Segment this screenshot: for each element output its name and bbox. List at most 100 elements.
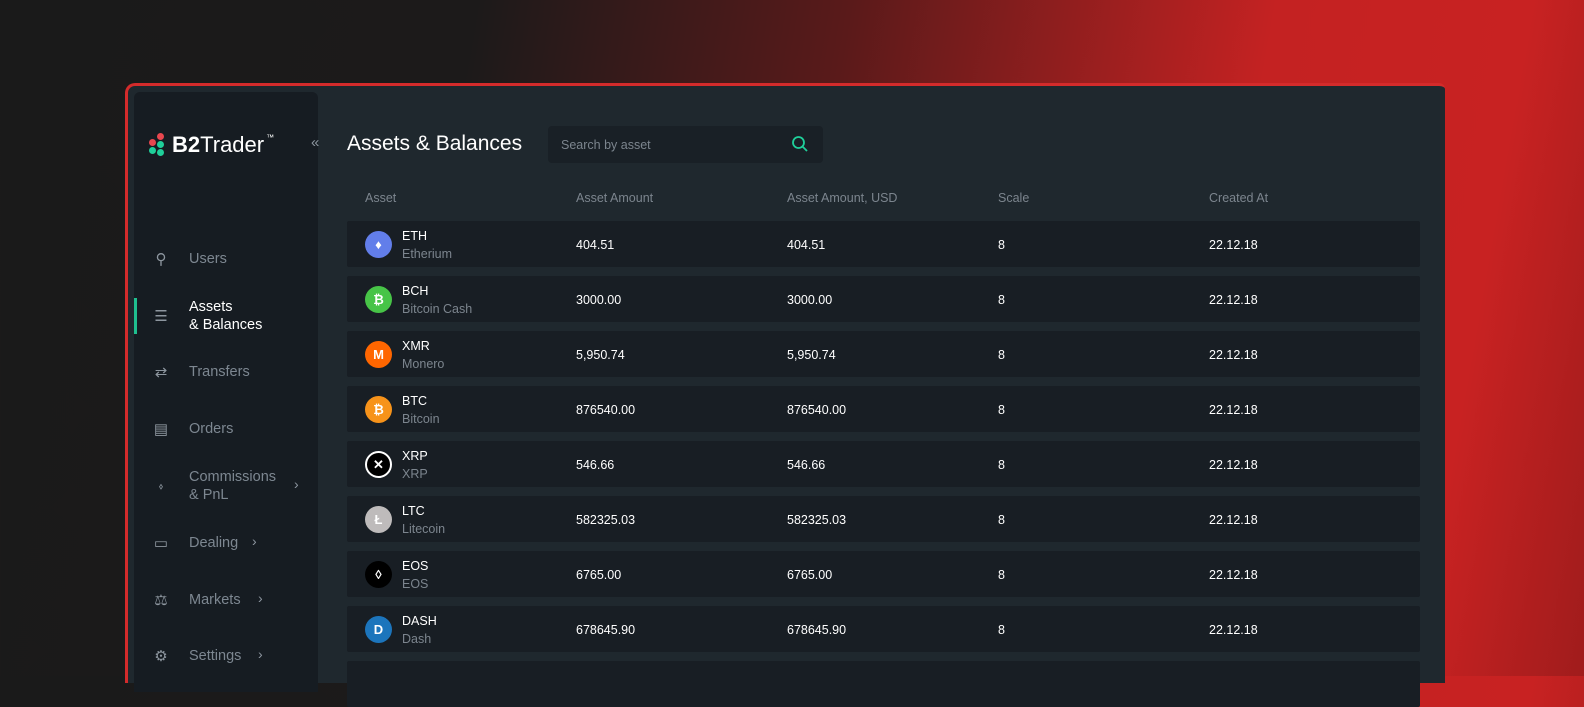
collapse-sidebar-button[interactable]: «	[311, 134, 319, 151]
asset-symbol: LTC	[402, 504, 425, 518]
sidebar-item-label: Users	[189, 251, 227, 267]
cell-usd: 876540.00	[787, 403, 847, 417]
app-window: B2 Trader ™ « ⚲ Users ☰ Assets & Balances ⇄ Tran…	[125, 83, 1445, 707]
cell-amount: 678645.90	[576, 623, 636, 637]
cell-scale: 8	[998, 623, 1005, 637]
sidebar-item-label-2: & Balances	[189, 317, 263, 333]
cell-amount: 3000.00	[576, 293, 622, 307]
asset-name: Bitcoin Cash	[402, 302, 473, 316]
cell-created: 22.12.18	[1209, 623, 1258, 637]
search-input[interactable]	[561, 137, 781, 152]
page-title: Assets & Balances	[347, 132, 523, 155]
table-row[interactable]	[347, 661, 1420, 707]
sidebar-item-label: Orders	[189, 421, 234, 437]
cell-created: 22.12.18	[1209, 403, 1258, 417]
asset-name: Bitcoin	[402, 412, 440, 426]
table-row[interactable]: ✕ XRP XRP 546.66 546.66 8 22.12.18	[347, 441, 1420, 487]
cell-amount: 404.51	[576, 238, 615, 252]
coins-stack-icon: ☰	[154, 308, 168, 325]
asset-name: Etherium	[402, 247, 453, 261]
asset-name: Dash	[402, 632, 432, 646]
sidebar-item-label: Assets	[189, 299, 233, 315]
monitor-icon: ▭	[153, 535, 169, 552]
cell-scale: 8	[998, 568, 1005, 582]
xrp-coin-icon: ✕	[365, 451, 392, 478]
table-row[interactable]: M XMR Monero 5,950.74 5,950.74 8 22.12.18	[347, 331, 1420, 377]
ltc-coin-icon: Ł	[365, 506, 392, 533]
cell-amount: 5,950.74	[576, 348, 625, 362]
brand-rest: Trader	[200, 132, 265, 157]
table-row[interactable]: ♦ ETH Etherium 404.51 404.51 8 22.12.18	[347, 221, 1420, 267]
eth-coin-icon: ♦	[365, 231, 392, 258]
gear-icon: ⚙	[154, 648, 168, 665]
brand-bold: B2	[172, 132, 201, 157]
cell-usd: 3000.00	[787, 293, 833, 307]
chevron-right-icon: ›	[258, 646, 263, 662]
column-header[interactable]: Asset	[365, 191, 396, 205]
cell-usd: 546.66	[787, 458, 826, 472]
column-header[interactable]: Asset Amount	[576, 191, 653, 205]
chevron-right-icon: ›	[294, 476, 299, 492]
cell-created: 22.12.18	[1209, 513, 1258, 527]
column-header[interactable]: Scale	[998, 191, 1029, 205]
scales-icon: ⚖	[154, 592, 168, 609]
asset-name: Monero	[402, 357, 445, 371]
cell-scale: 8	[998, 403, 1005, 417]
column-header[interactable]: Created At	[1209, 191, 1268, 205]
sidebar-item-label: Markets	[189, 592, 241, 608]
chevron-right-icon: ›	[252, 533, 257, 549]
sidebar-item-label: Settings	[189, 648, 242, 664]
column-header[interactable]: Asset Amount, USD	[787, 191, 897, 205]
sidebar-item-label: Dealing	[189, 535, 239, 551]
sidebar-item-label: Commissions	[189, 469, 277, 485]
trademark: ™	[266, 132, 275, 142]
asset-symbol: BCH	[402, 284, 429, 298]
user-list-icon: ⚲	[155, 251, 167, 268]
eos-coin-icon: ◊	[365, 561, 392, 588]
orders-icon: ▤	[153, 421, 169, 438]
tag-icon: ⬫	[158, 477, 164, 495]
chevron-right-icon: ›	[258, 590, 263, 606]
transfer-arrows-icon: ⇄	[154, 364, 168, 381]
cell-amount: 582325.03	[576, 513, 636, 527]
cell-amount: 546.66	[576, 458, 615, 472]
search-icon[interactable]	[791, 135, 809, 153]
cell-scale: 8	[998, 293, 1005, 307]
btc-coin-icon: ₿	[365, 396, 392, 423]
logo: B2 Trader ™	[148, 132, 274, 158]
logo-mark-icon	[148, 133, 164, 157]
cell-created: 22.12.18	[1209, 293, 1258, 307]
cell-scale: 8	[998, 458, 1005, 472]
asset-symbol: BTC	[402, 394, 427, 408]
cell-scale: 8	[998, 238, 1005, 252]
cell-amount: 6765.00	[576, 568, 622, 582]
bch-coin-icon: ₿	[365, 286, 392, 313]
cell-amount: 876540.00	[576, 403, 636, 417]
table-row[interactable]: Ł LTC Litecoin 582325.03 582325.03 8 22.12.18	[347, 496, 1420, 542]
cell-usd: 678645.90	[787, 623, 847, 637]
asset-symbol: DASH	[402, 614, 437, 628]
sidebar-item-label-2: & PnL	[189, 487, 229, 503]
cell-scale: 8	[998, 348, 1005, 362]
asset-symbol: EOS	[402, 559, 429, 573]
table-row[interactable]: ₿ BCH Bitcoin Cash 3000.00 3000.00 8 22.12.18	[347, 276, 1420, 322]
asset-symbol: XMR	[402, 339, 430, 353]
table-row[interactable]: ◊ EOS EOS 6765.00 6765.00 8 22.12.18	[347, 551, 1420, 597]
table-row[interactable]: D DASH Dash 678645.90 678645.90 8 22.12.18	[347, 606, 1420, 652]
search-box	[548, 126, 823, 163]
cell-usd: 6765.00	[787, 568, 833, 582]
dash-coin-icon: D	[365, 616, 392, 643]
table-row[interactable]: ₿ BTC Bitcoin 876540.00 876540.00 8 22.12.18	[347, 386, 1420, 432]
cell-created: 22.12.18	[1209, 238, 1258, 252]
asset-name: Litecoin	[402, 522, 446, 536]
cell-usd: 5,950.74	[787, 348, 836, 362]
asset-name: EOS	[402, 577, 429, 591]
asset-symbol: ETH	[402, 229, 427, 243]
xmr-coin-icon: M	[365, 341, 392, 368]
cell-usd: 404.51	[787, 238, 826, 252]
cell-usd: 582325.03	[787, 513, 847, 527]
cell-created: 22.12.18	[1209, 458, 1258, 472]
cell-created: 22.12.18	[1209, 568, 1258, 582]
asset-symbol: XRP	[402, 449, 428, 463]
cell-created: 22.12.18	[1209, 348, 1258, 362]
